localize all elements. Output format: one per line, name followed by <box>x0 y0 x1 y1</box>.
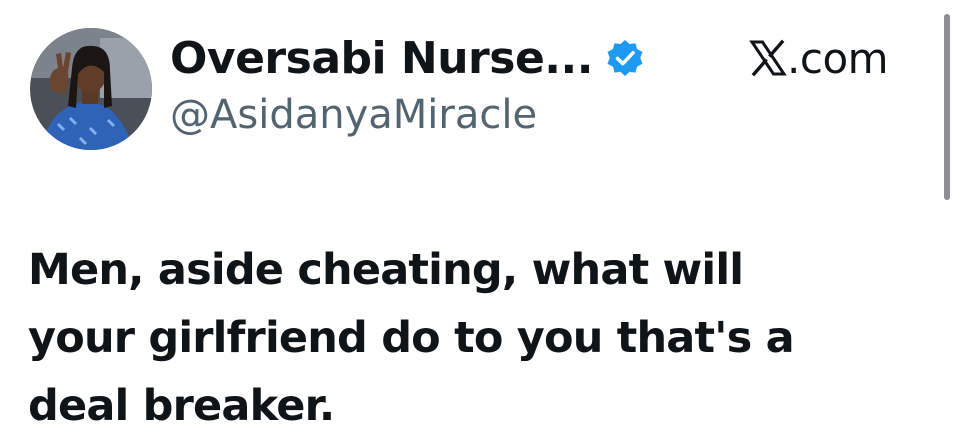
tweet-text-line: your girlfriend do to you that's a <box>28 313 795 363</box>
verified-badge-icon <box>605 38 645 78</box>
x-logo-icon <box>749 39 787 77</box>
scrollbar[interactable] <box>944 14 950 200</box>
tweet-text-line: Men, aside cheating, what will <box>28 245 744 295</box>
author-display-name[interactable]: Oversabi Nurse... <box>170 33 593 84</box>
tweet-text: Men, aside cheating, what will your girl… <box>28 236 928 440</box>
avatar[interactable] <box>30 28 152 150</box>
tweet-text-line: deal breaker. <box>28 381 335 431</box>
author-handle[interactable]: @AsidanyaMiracle <box>170 92 537 138</box>
source-domain: .com <box>787 33 889 83</box>
profile-photo <box>30 28 152 150</box>
source-attribution: .com <box>749 30 889 86</box>
author-name-row: Oversabi Nurse... <box>170 28 645 88</box>
